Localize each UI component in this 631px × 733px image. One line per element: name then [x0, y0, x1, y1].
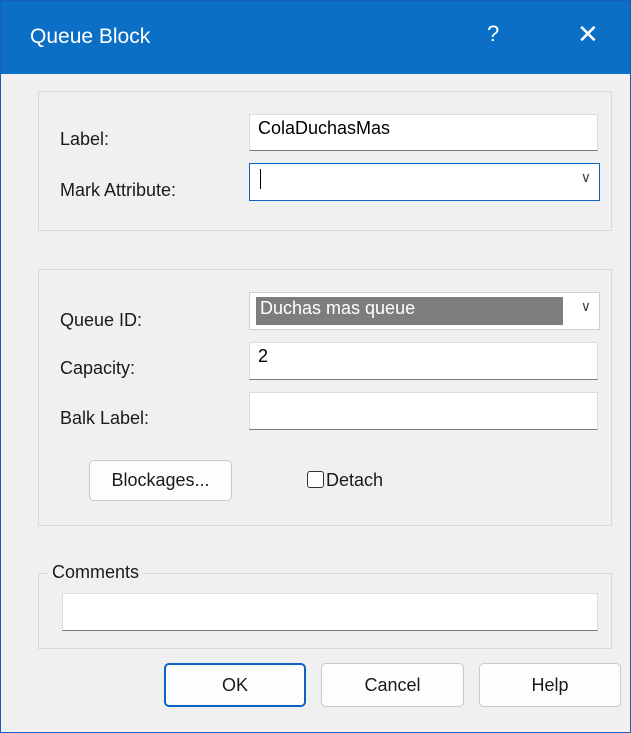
balk-label-caption: Balk Label:	[60, 408, 150, 428]
comments-legend: Comments	[48, 562, 144, 583]
comments-input[interactable]	[62, 593, 598, 631]
ok-button[interactable]: OK	[164, 663, 306, 707]
title-bar: Queue Block ? ✕	[1, 1, 630, 74]
label-input[interactable]: ColaDuchasMas	[249, 114, 598, 151]
queue-id-caption: Queue ID:	[60, 310, 143, 330]
text-caret	[260, 169, 261, 189]
mark-attribute-combo[interactable]: ∨	[249, 163, 600, 201]
block-group	[38, 91, 612, 231]
balk-label-input[interactable]	[249, 392, 598, 430]
queue-id-combo[interactable]: Duchas mas queue ∨	[249, 292, 600, 330]
detach-label[interactable]: Detach	[326, 470, 383, 491]
help-icon[interactable]: ?	[487, 21, 499, 47]
chevron-down-icon[interactable]: ∨	[581, 169, 591, 186]
detach-checkbox[interactable]	[307, 471, 324, 488]
close-icon[interactable]: ✕	[577, 19, 599, 50]
queue-id-selected-value: Duchas mas queue	[256, 297, 563, 325]
blockages-button[interactable]: Blockages...	[89, 460, 232, 501]
chevron-down-icon[interactable]: ∨	[581, 298, 591, 315]
capacity-caption: Capacity:	[60, 358, 136, 378]
cancel-button[interactable]: Cancel	[321, 663, 464, 707]
capacity-input[interactable]: 2	[249, 342, 598, 380]
mark-attribute-caption: Mark Attribute:	[60, 180, 177, 200]
label-caption: Label:	[60, 129, 110, 149]
queue-block-dialog: Queue Block ? ✕ Label: ColaDuchasMas Mar…	[0, 0, 631, 733]
window-title: Queue Block	[30, 25, 151, 48]
help-button[interactable]: Help	[479, 663, 621, 707]
